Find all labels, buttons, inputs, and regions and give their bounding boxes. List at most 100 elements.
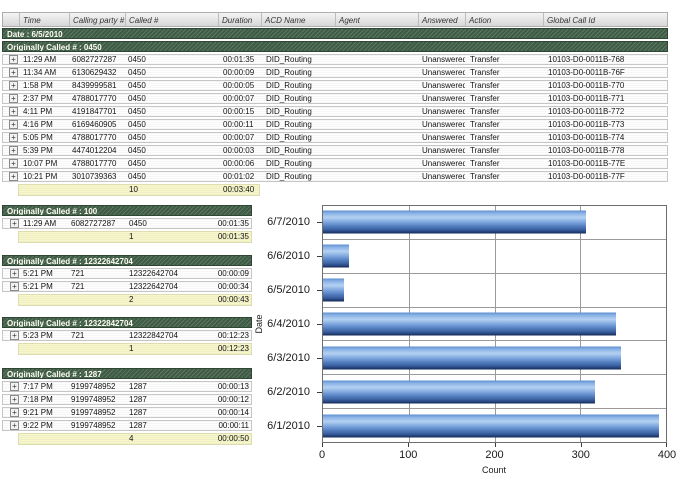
calling-party-cell: 9199748952 bbox=[67, 382, 125, 391]
column-header-agent[interactable]: Agent bbox=[335, 13, 418, 26]
expand-row-button[interactable]: + bbox=[9, 159, 18, 168]
expand-row-button[interactable]: + bbox=[10, 382, 19, 391]
column-header-acd-name[interactable]: ACD Name bbox=[261, 13, 335, 26]
calling-party-cell: 8439999581 bbox=[69, 81, 125, 90]
expand-cell: + bbox=[3, 81, 19, 90]
summary-spacer bbox=[19, 295, 67, 305]
expand-row-button[interactable]: + bbox=[9, 146, 18, 155]
answered-cell: Unanswered bbox=[418, 107, 465, 116]
x-tick-mark bbox=[408, 443, 409, 447]
bar-6-5-2010[interactable] bbox=[323, 279, 344, 302]
y-tick-mark bbox=[317, 256, 322, 257]
expand-row-button[interactable]: + bbox=[9, 94, 18, 103]
acd-name-cell: DID_Routing bbox=[261, 55, 335, 64]
call-row[interactable]: +10:21 PM3010739363045000:01:02DID_Routi… bbox=[2, 171, 668, 182]
call-row[interactable]: +11:34 AM6130629432045000:00:09DID_Routi… bbox=[2, 67, 668, 78]
column-header-called[interactable]: Called # bbox=[125, 13, 218, 26]
acd-name-cell: DID_Routing bbox=[261, 81, 335, 90]
y-tick-mark bbox=[317, 290, 322, 291]
duration-cell: 00:00:13 bbox=[205, 382, 253, 391]
expand-row-button[interactable]: + bbox=[9, 107, 18, 116]
called-number-cell: 0450 bbox=[125, 146, 218, 155]
x-tick-label: 200 bbox=[485, 449, 503, 461]
summary-spacer bbox=[67, 232, 125, 242]
expand-row-button[interactable]: + bbox=[9, 120, 18, 129]
expand-row-button[interactable]: + bbox=[10, 408, 19, 417]
call-row[interactable]: +5:21 PM7211232264270400:00:09 bbox=[2, 268, 252, 279]
expand-row-button[interactable]: + bbox=[9, 81, 18, 90]
group-call-count: 4 bbox=[125, 434, 205, 444]
expand-row-button[interactable]: + bbox=[10, 282, 19, 291]
expand-cell: + bbox=[3, 107, 19, 116]
expand-row-button[interactable]: + bbox=[10, 421, 19, 430]
duration-cell: 00:00:03 bbox=[218, 146, 261, 155]
expand-cell: + bbox=[3, 408, 19, 417]
call-row[interactable]: +2:37 PM4788017770045000:00:07DID_Routin… bbox=[2, 93, 668, 104]
called-number-cell: 12322842704 bbox=[125, 331, 205, 340]
summary-spacer bbox=[19, 185, 69, 195]
calling-party-cell: 721 bbox=[67, 282, 125, 291]
answered-cell: Unanswered bbox=[418, 94, 465, 103]
group-total-duration: 00:03:40 bbox=[218, 185, 261, 195]
expand-row-button[interactable]: + bbox=[10, 395, 19, 404]
group-header: Originally Called # : 12322842704 bbox=[2, 317, 252, 328]
column-header-answered[interactable]: Answered bbox=[418, 13, 465, 26]
duration-cell: 00:00:09 bbox=[218, 68, 261, 77]
call-row[interactable]: +5:05 PM4788017770045000:00:07DID_Routin… bbox=[2, 132, 668, 143]
expand-row-button[interactable]: + bbox=[10, 331, 19, 340]
duration-cell: 00:01:02 bbox=[218, 172, 261, 181]
x-tick-label: 400 bbox=[658, 449, 676, 461]
calling-party-cell: 4191847701 bbox=[69, 107, 125, 116]
agent-cell bbox=[335, 55, 418, 64]
group-call-count: 10 bbox=[125, 185, 218, 195]
agent-cell bbox=[335, 107, 418, 116]
column-header-time[interactable]: Time bbox=[19, 13, 69, 26]
time-cell: 11:29 AM bbox=[19, 219, 67, 228]
duration-cell: 00:00:14 bbox=[205, 408, 253, 417]
call-row[interactable]: +9:21 PM9199748952128700:00:14 bbox=[2, 407, 252, 418]
call-row[interactable]: +7:18 PM9199748952128700:00:12 bbox=[2, 394, 252, 405]
column-header-calling-party[interactable]: Calling party # bbox=[69, 13, 125, 26]
sub-group-table-2: Originally Called # : 12322642704+5:21 P… bbox=[2, 255, 252, 306]
call-row[interactable]: +4:16 PM6169460905045000:00:11DID_Routin… bbox=[2, 119, 668, 130]
call-row[interactable]: +9:22 PM9199748952128700:00:11 bbox=[2, 420, 252, 431]
bar-6-7-2010[interactable] bbox=[323, 211, 586, 234]
expand-row-button[interactable]: + bbox=[10, 269, 19, 278]
chart-plot-area bbox=[322, 205, 667, 443]
bar-6-4-2010[interactable] bbox=[323, 313, 616, 336]
group-summary: 100:01:35 bbox=[18, 231, 252, 243]
main-group-summary: 10 00:03:40 bbox=[18, 184, 260, 196]
column-header-global-call-id[interactable]: Global Call Id bbox=[543, 13, 669, 26]
expand-row-button[interactable]: + bbox=[9, 133, 18, 142]
column-header-action[interactable]: Action bbox=[465, 13, 543, 26]
call-row[interactable]: +4:11 PM4191847701045000:00:15DID_Routin… bbox=[2, 106, 668, 117]
group-total-duration: 00:12:23 bbox=[205, 344, 253, 354]
expand-row-button[interactable]: + bbox=[9, 172, 18, 181]
call-row[interactable]: +5:39 PM4474012204045000:00:03DID_Routin… bbox=[2, 145, 668, 156]
call-row[interactable]: +11:29 AM6082727287045000:01:35 bbox=[2, 218, 252, 229]
call-row[interactable]: +7:17 PM9199748952128700:00:13 bbox=[2, 381, 252, 392]
y-tick-label: 6/5/2010 bbox=[252, 284, 310, 296]
bar-6-6-2010[interactable] bbox=[323, 245, 349, 268]
duration-cell: 00:00:07 bbox=[218, 133, 261, 142]
bar-6-3-2010[interactable] bbox=[323, 346, 621, 369]
expand-row-button[interactable]: + bbox=[9, 55, 18, 64]
expand-row-button[interactable]: + bbox=[10, 219, 19, 228]
bar-6-1-2010[interactable] bbox=[323, 414, 659, 437]
call-row[interactable]: +5:21 PM7211232264270400:00:34 bbox=[2, 281, 252, 292]
call-row[interactable]: +5:23 PM7211232284270400:12:23 bbox=[2, 330, 252, 341]
call-row[interactable]: +11:29 AM6082727287045000:01:35DID_Routi… bbox=[2, 54, 668, 65]
column-header-duration[interactable]: Duration bbox=[218, 13, 261, 26]
expand-cell: + bbox=[3, 421, 19, 430]
call-row[interactable]: +10:07 PM4788017770045000:00:06DID_Routi… bbox=[2, 158, 668, 169]
duration-cell: 00:00:15 bbox=[218, 107, 261, 116]
time-cell: 5:39 PM bbox=[19, 146, 69, 155]
call-row[interactable]: +1:58 PM8439999581045000:00:05DID_Routin… bbox=[2, 80, 668, 91]
time-cell: 9:22 PM bbox=[19, 421, 67, 430]
expand-row-button[interactable]: + bbox=[9, 68, 18, 77]
time-cell: 4:16 PM bbox=[19, 120, 69, 129]
table-header-row: TimeCalling party #Called #DurationACD N… bbox=[2, 12, 668, 27]
bar-6-2-2010[interactable] bbox=[323, 380, 595, 403]
agent-cell bbox=[335, 81, 418, 90]
call-report-table: TimeCalling party #Called #DurationACD N… bbox=[2, 12, 668, 196]
